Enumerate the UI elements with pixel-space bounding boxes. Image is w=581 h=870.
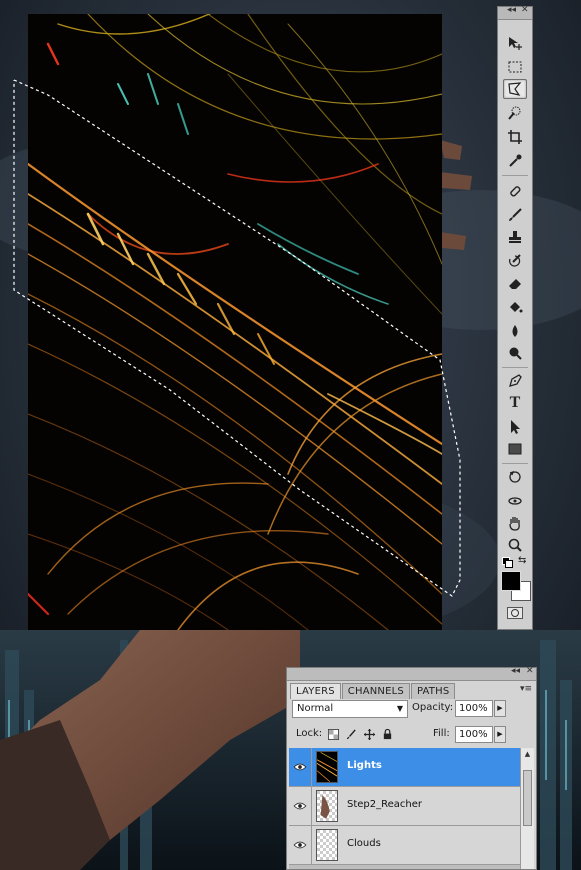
- panel-menu-icon[interactable]: ▾≡: [520, 684, 532, 694]
- hand-tool-icon[interactable]: [503, 513, 527, 533]
- foreground-color-swatch[interactable]: [501, 571, 521, 591]
- type-tool-icon[interactable]: T: [503, 393, 527, 413]
- layer-name[interactable]: Clouds: [347, 838, 381, 849]
- dodge-tool-icon[interactable]: [503, 343, 527, 363]
- blend-mode-value: Normal: [297, 703, 334, 714]
- brush-tool-icon[interactable]: [503, 205, 527, 225]
- scrollbar-thumb[interactable]: [523, 770, 532, 826]
- quick-selection-tool-icon[interactable]: [503, 103, 527, 123]
- opacity-field[interactable]: 100%: [455, 700, 493, 717]
- lock-pixels-icon[interactable]: [345, 728, 357, 740]
- chevron-down-icon: ▼: [396, 704, 403, 713]
- layer-name[interactable]: Step2_Reacher: [347, 799, 422, 810]
- paint-bucket-tool-icon[interactable]: [503, 297, 527, 317]
- opacity-slider-button[interactable]: ▶: [494, 700, 506, 717]
- type-tool-glyph: T: [509, 394, 521, 411]
- fill-field[interactable]: 100%: [455, 726, 493, 743]
- blur-tool-icon[interactable]: [503, 321, 527, 341]
- layers-panel: ◂◂ ✕ LAYERS CHANNELS PATHS ▾≡ Normal ▼ O…: [286, 666, 537, 870]
- layer-name[interactable]: Lights: [347, 760, 382, 771]
- layer-thumbnail: [316, 751, 338, 783]
- lock-label: Lock:: [296, 728, 323, 739]
- blend-mode-select[interactable]: Normal ▼: [292, 700, 408, 718]
- crop-tool-icon[interactable]: [503, 127, 527, 147]
- lock-position-icon[interactable]: [363, 728, 375, 740]
- eye-icon[interactable]: [292, 760, 308, 774]
- eye-icon[interactable]: [292, 838, 308, 852]
- tab-channels[interactable]: CHANNELS: [341, 683, 410, 699]
- layer-thumbnail: [316, 829, 338, 861]
- fill-slider-button[interactable]: ▶: [494, 726, 506, 743]
- layer-row-step2-reacher[interactable]: Step2_Reacher: [289, 787, 521, 826]
- lock-all-icon[interactable]: [381, 728, 393, 740]
- zoom-tool-icon[interactable]: [503, 535, 527, 555]
- tab-paths[interactable]: PATHS: [410, 683, 456, 699]
- move-tool-icon[interactable]: [503, 33, 527, 53]
- lock-transparency-icon[interactable]: [327, 728, 339, 740]
- eraser-tool-icon[interactable]: [503, 273, 527, 293]
- layers-panel-titlebar[interactable]: ◂◂ ✕: [287, 666, 536, 681]
- eye-icon[interactable]: [292, 799, 308, 813]
- marquee-tool-icon[interactable]: [503, 57, 527, 77]
- tools-panel: ◂◂ ✕ T ⇆: [497, 5, 533, 630]
- quick-mask-icon[interactable]: [507, 607, 523, 619]
- collapse-icon[interactable]: ◂◂: [511, 666, 520, 676]
- eyedropper-tool-icon[interactable]: [503, 151, 527, 171]
- tools-panel-titlebar[interactable]: ◂◂ ✕: [498, 5, 532, 20]
- pen-tool-icon[interactable]: [503, 371, 527, 391]
- path-selection-tool-icon[interactable]: [503, 417, 527, 437]
- collapse-icon[interactable]: ◂◂: [507, 5, 516, 15]
- 3d-orbit-tool-icon[interactable]: [503, 491, 527, 511]
- layers-list: Lights Step2_Reacher Clouds: [289, 748, 521, 869]
- fill-label: Fill:: [433, 728, 450, 739]
- divider: [311, 826, 312, 864]
- polygonal-lasso-tool-icon[interactable]: [503, 79, 527, 99]
- tools-separator: [502, 463, 528, 464]
- layer-row-clouds[interactable]: Clouds: [289, 826, 521, 865]
- layer-row-lights[interactable]: Lights: [289, 748, 521, 787]
- history-brush-tool-icon[interactable]: [503, 251, 527, 271]
- opacity-label: Opacity:: [412, 702, 454, 713]
- panel-tabs: LAYERS CHANNELS PATHS ▾≡: [287, 683, 536, 699]
- clone-stamp-tool-icon[interactable]: [503, 227, 527, 247]
- divider: [311, 748, 312, 786]
- layers-scrollbar[interactable]: ▲: [520, 748, 534, 869]
- 3d-rotate-tool-icon[interactable]: [503, 467, 527, 487]
- default-colors-icon[interactable]: [502, 557, 513, 568]
- tools-separator: [502, 175, 528, 176]
- scroll-up-icon[interactable]: ▲: [521, 748, 534, 760]
- close-icon[interactable]: ✕: [526, 666, 534, 676]
- tools-separator: [502, 367, 528, 368]
- swap-colors-icon[interactable]: ⇆: [518, 555, 526, 566]
- healing-brush-tool-icon[interactable]: [503, 181, 527, 201]
- close-icon[interactable]: ✕: [521, 5, 529, 15]
- divider: [311, 787, 312, 825]
- rectangle-tool-icon[interactable]: [503, 439, 527, 459]
- tab-layers[interactable]: LAYERS: [290, 683, 341, 699]
- lights-layer-canvas: [28, 14, 442, 630]
- layer-thumbnail: [316, 790, 338, 822]
